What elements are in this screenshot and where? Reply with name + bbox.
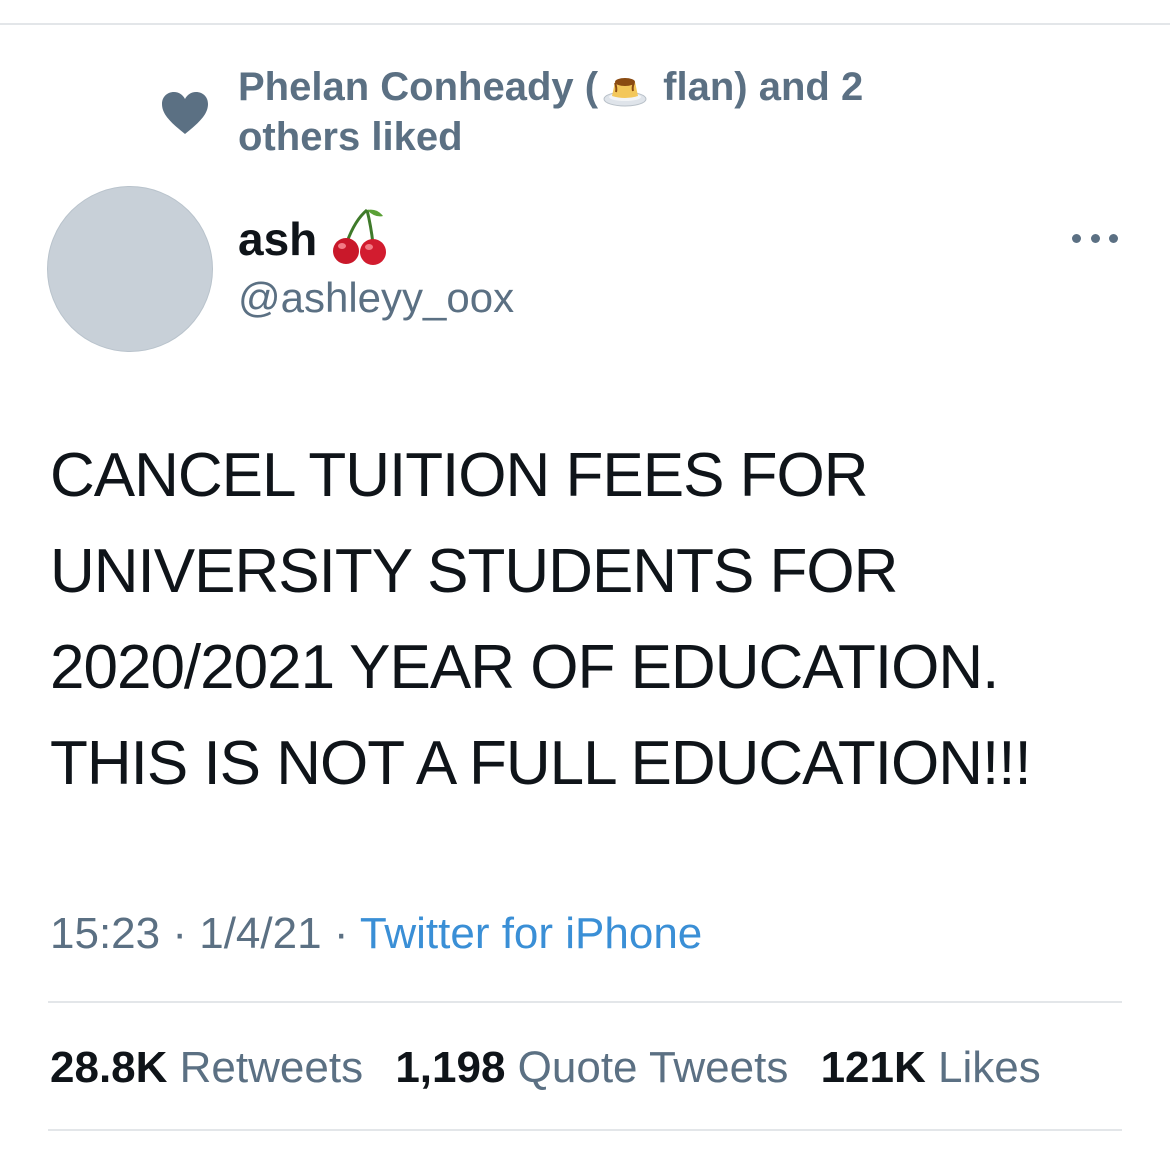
more-dot: [1072, 233, 1081, 243]
author-handle[interactable]: @ashleyy_oox: [238, 272, 514, 324]
quote-tweets-count: 1,198: [395, 1043, 506, 1092]
meta-separator: ·: [172, 909, 187, 958]
tweet-time[interactable]: 15:23: [50, 909, 160, 958]
retweets-count: 28.8K: [50, 1043, 168, 1092]
social-context-text-before: Phelan Conheady (: [238, 65, 599, 109]
author-name[interactable]: ash: [238, 208, 389, 268]
avatar[interactable]: [47, 186, 213, 352]
retweets-stat[interactable]: 28.8K Retweets: [50, 1043, 363, 1092]
stats-divider-bottom: [48, 1129, 1122, 1131]
display-name: ash: [238, 213, 318, 265]
tweet-source-link[interactable]: Twitter for iPhone: [360, 909, 702, 958]
more-options-icon[interactable]: [1072, 230, 1118, 246]
likes-stat[interactable]: 121K Likes: [821, 1043, 1041, 1092]
likes-label: Likes: [938, 1043, 1041, 1092]
tweet-text: CANCEL TUITION FEES FOR UNIVERSITY STUDE…: [50, 428, 1130, 812]
flan-emoji-icon: [603, 78, 647, 107]
tweet-date[interactable]: 1/4/21: [199, 909, 321, 958]
tweet-paragraph-1: CANCEL TUITION FEES FOR UNIVERSITY STUDE…: [50, 441, 999, 702]
social-context-text: Phelan Conheady ( flan) and 2 others lik…: [238, 62, 938, 162]
more-dot: [1090, 233, 1100, 243]
tweet-stats: 28.8K Retweets 1,198 Quote Tweets 121K L…: [50, 1040, 1061, 1096]
tweet-meta: 15:23 · 1/4/21 · Twitter for iPhone: [50, 906, 702, 962]
meta-separator: ·: [333, 909, 349, 958]
stats-divider-top: [48, 1001, 1122, 1003]
retweets-label: Retweets: [179, 1043, 364, 1092]
heart-icon: [162, 92, 208, 134]
quote-tweets-label: Quote Tweets: [517, 1043, 789, 1092]
quote-tweets-stat[interactable]: 1,198 Quote Tweets: [395, 1043, 788, 1092]
cherries-emoji-icon: [333, 208, 387, 265]
more-dot: [1109, 233, 1118, 243]
tweet-paragraph-2: THIS IS NOT A FULL EDUCATION!!!: [50, 729, 1032, 798]
top-divider: [0, 23, 1170, 25]
likes-count: 121K: [820, 1043, 926, 1092]
